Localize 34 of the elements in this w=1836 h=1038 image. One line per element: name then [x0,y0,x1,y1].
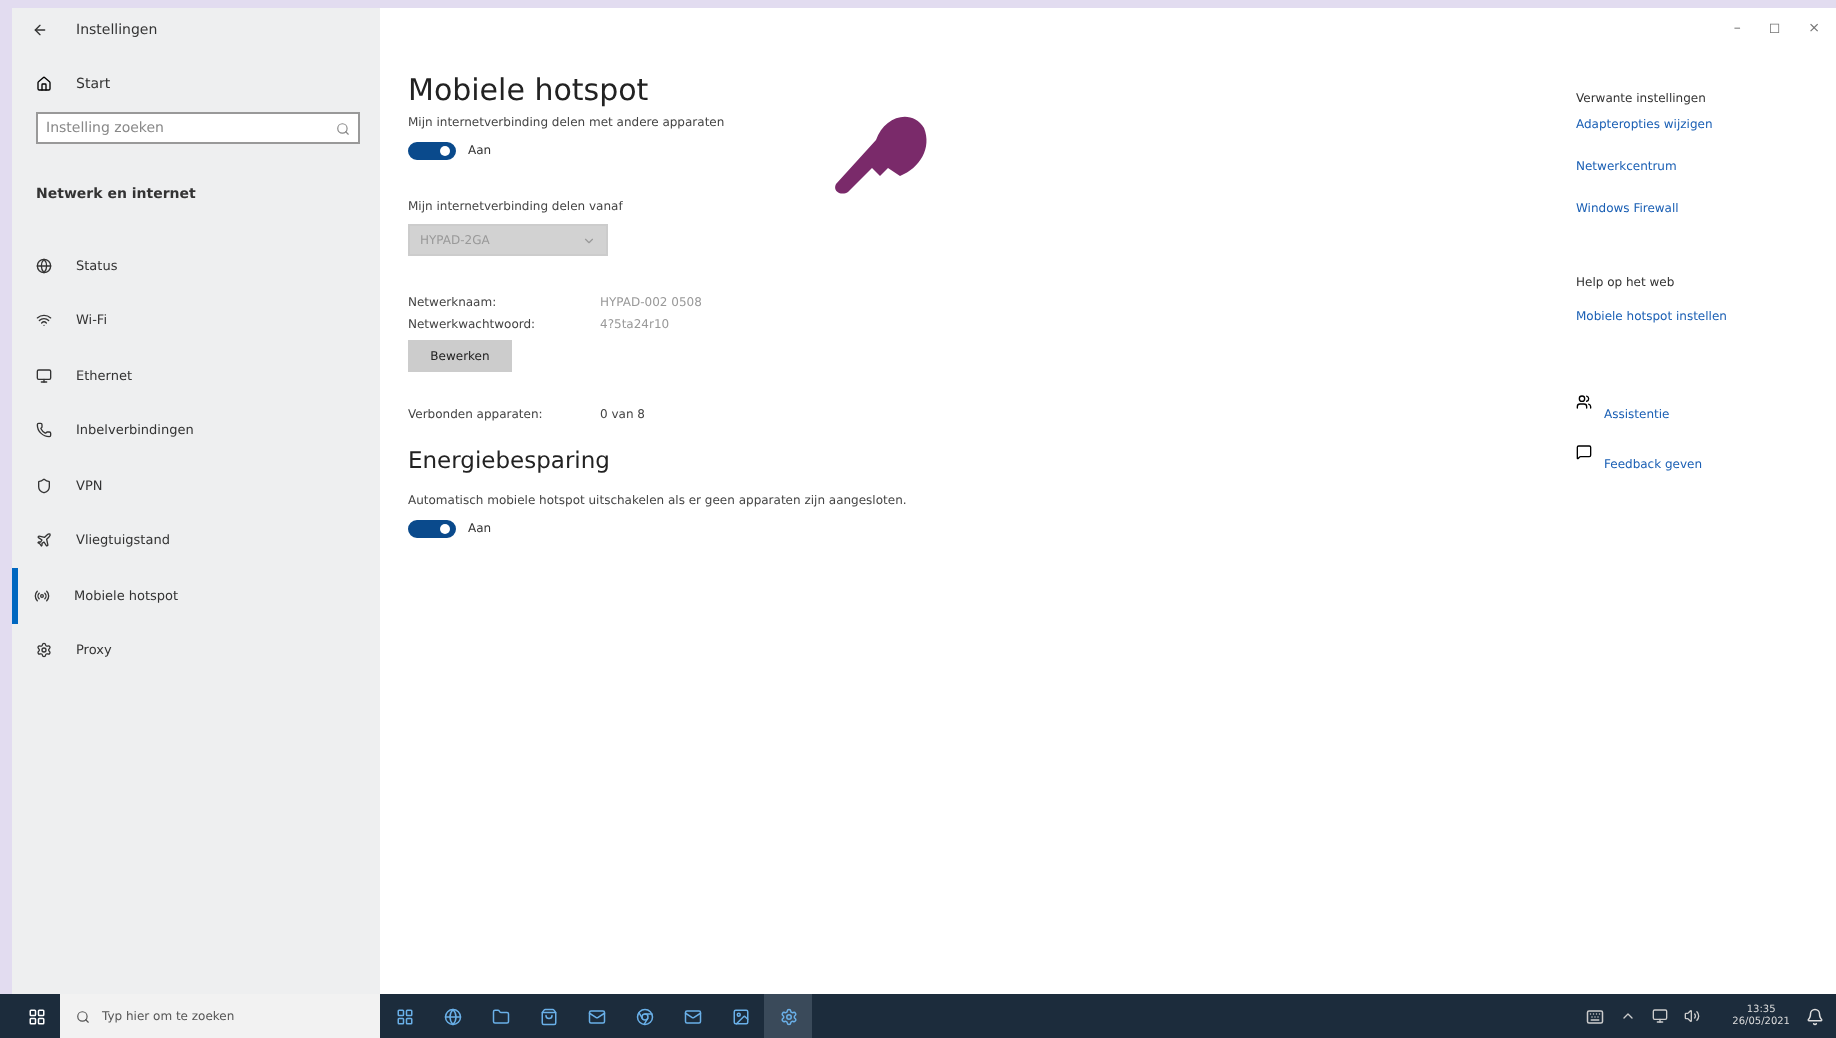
taskbar-app-icon[interactable] [587,1007,605,1025]
nav-icon [36,422,52,439]
search-icon [336,121,350,135]
network-icon[interactable] [1652,1008,1669,1024]
nav-icon [36,642,52,659]
page-title: Mobiele hotspot [408,72,651,108]
volume-icon[interactable] [1684,1008,1701,1024]
nav-icon [34,587,50,604]
taskbar-app-icon[interactable] [539,1007,557,1025]
chat-icon [1576,443,1592,459]
home-icon [36,76,52,92]
taskbar-app-icon[interactable] [779,1007,797,1025]
section-title: Energiebesparing [408,446,612,474]
search-icon [76,1009,90,1023]
nav-icon [36,477,52,494]
nav-icon [36,257,52,274]
chevron-up-icon[interactable] [1620,1008,1637,1024]
taskbar-app-icon[interactable] [731,1007,749,1025]
nav-icon [36,367,52,384]
nav-icon [36,532,52,549]
people-icon [1576,393,1592,409]
toggle-switch[interactable] [408,520,456,538]
keyboard-icon[interactable] [1586,1007,1605,1025]
taskbar-app-icon[interactable] [491,1007,509,1025]
toggle-switch[interactable] [408,142,456,160]
taskbar-app-icon[interactable] [395,1007,413,1025]
taskbar-app-icon[interactable] [635,1007,653,1025]
chevron-icon [582,233,596,247]
nav-icon [36,312,52,329]
notification-icon[interactable] [1806,1007,1824,1025]
taskbar-app-icon[interactable] [683,1007,701,1025]
windows-logo-icon[interactable] [27,1007,45,1025]
back-arrow-icon[interactable] [32,22,48,38]
taskbar-app-icon[interactable] [443,1007,461,1025]
